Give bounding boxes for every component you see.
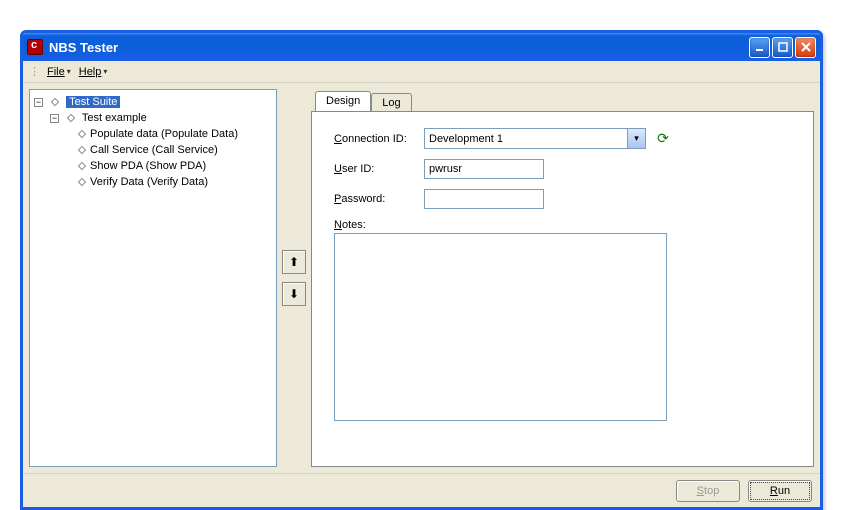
minimize-button[interactable] — [749, 37, 770, 58]
tabstrip: Design Log — [311, 89, 814, 111]
tab-design[interactable]: Design — [315, 91, 371, 111]
tab-content-design: Connection ID: ▾ ⟳ User ID: — [311, 111, 814, 467]
app-icon — [27, 39, 43, 55]
tree-node-icon — [78, 162, 86, 170]
menu-help-label: Help — [79, 66, 102, 78]
tree-root-node[interactable]: Test Suite — [66, 96, 120, 108]
menu-file-label: File — [47, 66, 65, 78]
tree-leaf[interactable]: Show PDA (Show PDA) — [90, 160, 206, 172]
tree-leaf[interactable]: Verify Data (Verify Data) — [90, 176, 208, 188]
tree-node-test-example[interactable]: Test example — [82, 112, 147, 124]
test-tree[interactable]: − Test Suite − Test example Populate dat… — [32, 94, 274, 190]
window-title: NBS Tester — [49, 40, 118, 55]
connection-id-label: Connection ID: — [334, 133, 424, 145]
tree-node-icon — [67, 114, 75, 122]
refresh-connection-button[interactable]: ⟳ — [654, 130, 672, 148]
tree-panel[interactable]: − Test Suite − Test example Populate dat… — [29, 89, 277, 467]
tree-node-icon — [78, 178, 86, 186]
run-button[interactable]: Run — [748, 480, 812, 502]
userid-label: User ID: — [334, 163, 424, 175]
tree-leaf[interactable]: Call Service (Call Service) — [90, 144, 218, 156]
dropdown-arrow-icon: ▾ — [103, 67, 107, 76]
menubar-grip: ⋮ — [29, 65, 39, 78]
workarea: − Test Suite − Test example Populate dat… — [23, 83, 820, 473]
move-down-button[interactable]: ⬇ — [282, 282, 306, 306]
password-label: Password: — [334, 193, 424, 205]
arrow-up-icon: ⬆ — [289, 255, 299, 269]
tree-node-icon — [78, 130, 86, 138]
notes-textarea[interactable] — [334, 233, 667, 421]
dropdown-arrow-icon: ▾ — [67, 67, 71, 76]
reorder-buttons: ⬆ ⬇ — [277, 83, 311, 473]
tab-log[interactable]: Log — [371, 93, 411, 111]
app-window: NBS Tester ⋮ File ▾ Help ▾ — [20, 30, 823, 510]
tree-expander[interactable]: − — [50, 114, 59, 123]
menubar: ⋮ File ▾ Help ▾ — [23, 61, 820, 83]
details-panel: Design Log Connection ID: ▾ ⟳ — [311, 89, 814, 467]
titlebar[interactable]: NBS Tester — [23, 33, 820, 61]
maximize-button[interactable] — [772, 37, 793, 58]
menu-help[interactable]: Help ▾ — [75, 64, 112, 80]
move-up-button[interactable]: ⬆ — [282, 250, 306, 274]
menu-file[interactable]: File ▾ — [43, 64, 75, 80]
tree-node-icon — [78, 146, 86, 154]
tree-expander[interactable]: − — [34, 98, 43, 107]
tree-leaf[interactable]: Populate data (Populate Data) — [90, 128, 238, 140]
chevron-down-icon: ▾ — [634, 133, 639, 144]
stop-button[interactable]: Stop — [676, 480, 740, 502]
password-field[interactable] — [424, 189, 544, 209]
userid-field[interactable] — [424, 159, 544, 179]
connection-id-combo[interactable] — [424, 128, 646, 149]
refresh-icon: ⟳ — [657, 130, 669, 147]
notes-label: Notes: — [334, 219, 424, 231]
close-button[interactable] — [795, 37, 816, 58]
arrow-down-icon: ⬇ — [289, 287, 299, 301]
combo-dropdown-button[interactable]: ▾ — [627, 129, 645, 148]
tree-node-icon — [51, 98, 59, 106]
